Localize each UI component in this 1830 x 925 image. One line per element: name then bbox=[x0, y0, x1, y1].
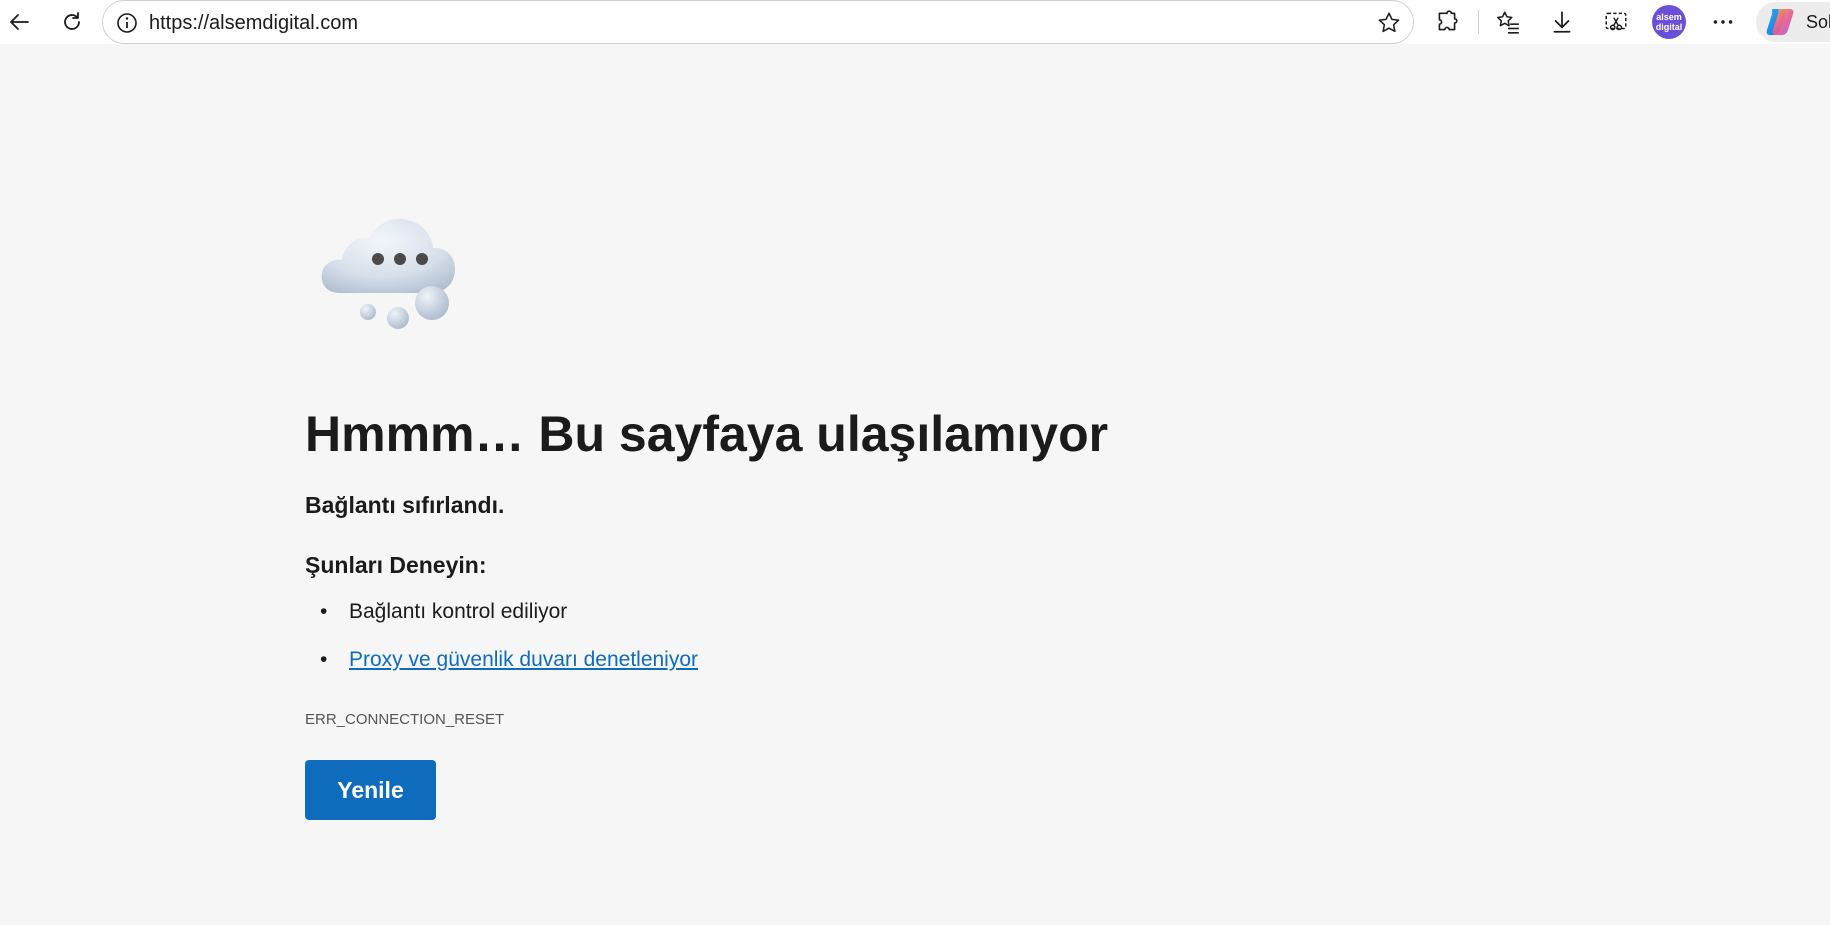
avatar-text: alsem digital bbox=[1655, 12, 1683, 32]
extensions-button[interactable] bbox=[1427, 4, 1467, 40]
avatar[interactable]: alsem digital bbox=[1652, 5, 1686, 39]
list-item: • Bağlantı kontrol ediliyor bbox=[305, 600, 698, 648]
downloads-button[interactable] bbox=[1542, 4, 1582, 40]
cloud-icon bbox=[318, 205, 482, 335]
favorites-button[interactable] bbox=[1488, 4, 1528, 40]
error-code: ERR_CONNECTION_RESET bbox=[305, 711, 505, 728]
page-title: Hmmm… Bu sayfaya ulaşılamıyor bbox=[305, 406, 1109, 462]
favorites-list-icon bbox=[1495, 9, 1521, 35]
toolbar-divider bbox=[1478, 10, 1479, 34]
suggestion-list: • Bağlantı kontrol ediliyor • Proxy ve g… bbox=[305, 600, 698, 696]
bullet-icon: • bbox=[320, 600, 328, 623]
bullet-icon: • bbox=[320, 648, 328, 671]
proxy-firewall-link[interactable]: Proxy ve güvenlik duvarı denetleniyor bbox=[349, 648, 698, 671]
refresh-icon bbox=[60, 10, 84, 34]
back-arrow-icon bbox=[8, 10, 32, 34]
puzzle-icon bbox=[1434, 9, 1460, 35]
download-icon bbox=[1549, 9, 1575, 35]
copilot-button[interactable]: Sol bbox=[1756, 2, 1830, 42]
more-dots-icon bbox=[1710, 9, 1736, 35]
screenshot-button[interactable] bbox=[1596, 4, 1636, 40]
url-text[interactable]: https://alsemdigital.com bbox=[149, 1, 358, 45]
reload-button[interactable]: Yenile bbox=[305, 760, 436, 820]
back-button[interactable] bbox=[0, 4, 40, 40]
browser-toolbar: https://alsemdigital.com alsem digital S… bbox=[0, 0, 1830, 44]
star-icon[interactable] bbox=[1373, 7, 1405, 39]
suggestion-check-connection: Bağlantı kontrol ediliyor bbox=[349, 600, 568, 623]
list-item: • Proxy ve güvenlik duvarı denetleniyor bbox=[305, 648, 698, 696]
try-heading: Şunları Deneyin: bbox=[305, 552, 487, 578]
more-button[interactable] bbox=[1703, 4, 1743, 40]
copilot-label: Sol bbox=[1806, 12, 1830, 32]
screenshot-icon bbox=[1603, 9, 1629, 35]
info-icon[interactable] bbox=[115, 11, 139, 35]
refresh-button[interactable] bbox=[52, 4, 92, 40]
error-subtitle: Bağlantı sıfırlandı. bbox=[305, 492, 505, 518]
copilot-icon bbox=[1764, 7, 1796, 37]
address-bar[interactable]: https://alsemdigital.com bbox=[102, 0, 1414, 44]
